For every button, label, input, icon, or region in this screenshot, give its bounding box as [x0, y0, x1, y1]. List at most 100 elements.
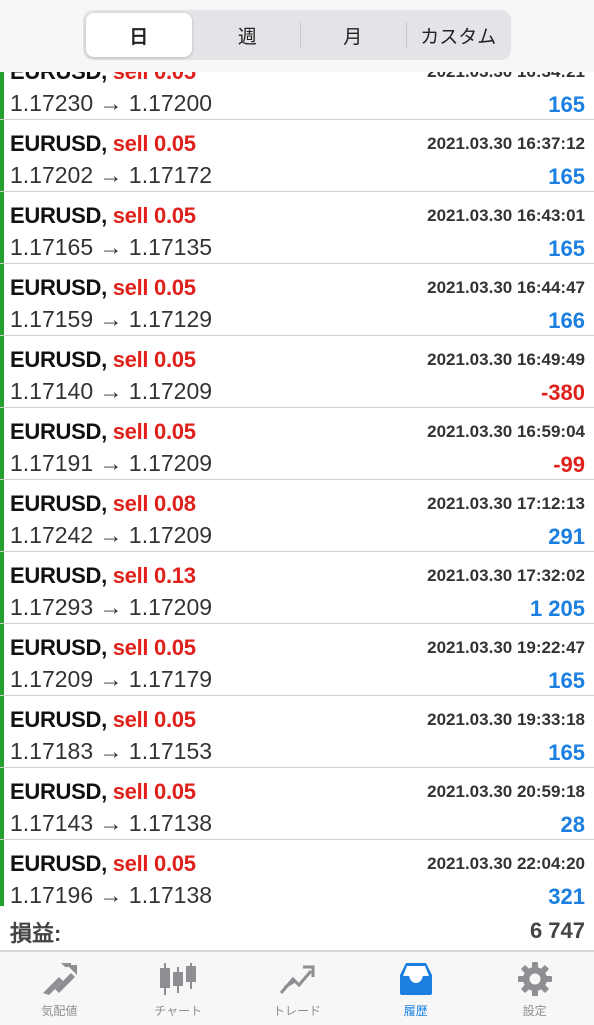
- settings-icon: [517, 962, 552, 996]
- deal-time: 2021.03.30 16:49:49: [427, 350, 585, 369]
- deal-arrow: →: [99, 162, 123, 188]
- deal-side-bar: [0, 768, 4, 839]
- deal-row[interactable]: EURUSD, sell 0.05 2021.03.30 16:44:47 1.17…: [0, 264, 594, 336]
- deal-arrow: →: [99, 378, 123, 404]
- deal-prices: 1.17202 → 1.17172: [10, 162, 212, 189]
- deal-side-volume: sell 0.05: [112, 635, 196, 660]
- tab-quotes-label: 気配値: [41, 1004, 78, 1018]
- deal-row[interactable]: EURUSD, sell 0.05 2021.03.30 16:49:49 1.17…: [0, 336, 594, 408]
- deal-profit: 165: [548, 668, 585, 693]
- deal-open-price: 1.17293: [10, 594, 94, 620]
- deal-prices: 1.17209 → 1.17179: [10, 666, 212, 693]
- tab-history-label: 履歴: [403, 1004, 428, 1018]
- deal-arrow: →: [99, 306, 123, 332]
- tab-quotes[interactable]: 気配値: [0, 952, 119, 1025]
- deal-symbol: EURUSD, sell 0.05: [10, 131, 196, 157]
- deal-side-bar: [0, 624, 4, 695]
- deal-symbol: EURUSD, sell 0.05: [10, 419, 196, 445]
- deal-symbol: EURUSD, sell 0.05: [10, 851, 196, 877]
- deal-row[interactable]: EURUSD, sell 0.13 2021.03.30 17:32:02 1.17…: [0, 552, 594, 624]
- deal-open-price: 1.17191: [10, 450, 94, 476]
- deal-time: 2021.03.30 16:44:47: [427, 278, 585, 297]
- deal-time: 2021.03.30 16:59:04: [427, 422, 585, 441]
- history-icon: [399, 963, 432, 995]
- deal-profit: 165: [548, 740, 585, 765]
- deal-side-volume: sell 0.05: [112, 347, 196, 372]
- deal-close-price: 1.17179: [128, 666, 213, 692]
- tab-chart[interactable]: チャート: [119, 952, 238, 1025]
- deal-symbol-name: EURUSD,: [10, 635, 107, 660]
- quotes-icon: [43, 963, 78, 995]
- deal-symbol: EURUSD, sell 0.13: [10, 563, 196, 589]
- deal-profit: 165: [548, 92, 585, 117]
- deal-prices: 1.17165 → 1.17135: [10, 234, 212, 261]
- deal-prices: 1.17159 → 1.17129: [10, 306, 212, 333]
- deal-arrow: →: [99, 738, 123, 764]
- deal-symbol-name: EURUSD,: [10, 131, 107, 156]
- deal-side-bar: [0, 480, 4, 551]
- deal-row[interactable]: EURUSD, sell 0.05 2021.03.30 19:33:18 1.17…: [0, 696, 594, 768]
- deal-time: 2021.03.30 16:37:12: [427, 134, 585, 153]
- deal-side-volume: sell 0.08: [112, 491, 196, 516]
- deal-row[interactable]: EURUSD, sell 0.05 2021.03.30 16:37:12 1.17…: [0, 120, 594, 192]
- segment-day[interactable]: 日: [86, 13, 192, 57]
- deal-side-volume: sell 0.05: [112, 131, 196, 156]
- segment-custom[interactable]: カスタム: [405, 10, 512, 60]
- profit-summary: 損益: 6 747: [0, 906, 594, 951]
- deal-open-price: 1.17140: [10, 378, 94, 404]
- deal-side-volume: sell 0.05: [112, 275, 196, 300]
- deal-row[interactable]: EURUSD, sell 0.05 2021.03.30 19:22:47 1.17…: [0, 624, 594, 696]
- deal-arrow: →: [99, 90, 123, 116]
- profit-summary-label: 損益:: [10, 921, 62, 946]
- tab-settings[interactable]: 設定: [475, 952, 594, 1025]
- deal-prices: 1.17143 → 1.17138: [10, 810, 212, 837]
- deal-prices: 1.17191 → 1.17209: [10, 450, 212, 477]
- deal-open-price: 1.17202: [10, 162, 94, 188]
- deal-symbol: EURUSD, sell 0.05: [10, 347, 196, 373]
- deal-side-volume: sell 0.05: [112, 851, 196, 876]
- tab-history[interactable]: 履歴: [356, 952, 475, 1025]
- deal-symbol: EURUSD, sell 0.05: [10, 275, 196, 301]
- deal-close-price: 1.17209: [128, 522, 213, 548]
- deal-arrow: →: [99, 594, 123, 620]
- deal-side-volume: sell 0.05: [112, 779, 196, 804]
- deal-side-bar: [0, 336, 4, 407]
- deal-symbol: EURUSD, sell 0.05: [10, 635, 196, 661]
- deal-row[interactable]: EURUSD, sell 0.05 2021.03.30 16:59:04 1.17…: [0, 408, 594, 480]
- bottom-tab-bar: 気配値 チャート トレード 履歴 設定: [0, 951, 594, 1025]
- tab-trade[interactable]: トレード: [238, 952, 357, 1025]
- deal-prices: 1.17183 → 1.17153: [10, 738, 212, 765]
- deal-symbol: EURUSD, sell 0.05: [10, 707, 196, 733]
- deal-open-price: 1.17242: [10, 522, 94, 548]
- deal-open-price: 1.17165: [10, 234, 94, 260]
- deal-side-volume: sell 0.05: [112, 203, 196, 228]
- deal-time: 2021.03.30 20:59:18: [427, 782, 585, 801]
- deal-row[interactable]: EURUSD, sell 0.05 2021.03.30 22:04:20 1.17…: [0, 840, 594, 912]
- deal-time: 2021.03.30 22:04:20: [427, 854, 585, 873]
- deal-list: EURUSD, sell 0.052021.03.30 16:34:211.17…: [0, 48, 594, 912]
- deal-row[interactable]: EURUSD, sell 0.05 2021.03.30 20:59:18 1.17…: [0, 768, 594, 840]
- deal-row[interactable]: EURUSD, sell 0.05 2021.03.30 16:43:01 1.17…: [0, 192, 594, 264]
- deal-symbol-name: EURUSD,: [10, 707, 107, 732]
- deal-profit: 165: [548, 164, 585, 189]
- deal-close-price: 1.17200: [128, 90, 213, 116]
- deal-open-price: 1.17209: [10, 666, 94, 692]
- deal-side-bar: [0, 408, 4, 479]
- deal-close-price: 1.17172: [128, 162, 213, 188]
- deal-side-bar: [0, 552, 4, 623]
- deal-row[interactable]: EURUSD, sell 0.08 2021.03.30 17:12:13 1.17…: [0, 480, 594, 552]
- deal-side-volume: sell 0.05: [112, 707, 196, 732]
- tab-settings-label: 設定: [522, 1004, 547, 1018]
- segment-week[interactable]: 週: [195, 10, 301, 60]
- deal-close-price: 1.17153: [128, 738, 213, 764]
- segment-month[interactable]: 月: [300, 10, 406, 60]
- deal-symbol-name: EURUSD,: [10, 347, 107, 372]
- deal-profit: -380: [540, 380, 585, 405]
- deal-prices: 1.17230 → 1.17200: [10, 90, 212, 117]
- deal-open-price: 1.17143: [10, 810, 94, 836]
- deal-open-price: 1.17230: [10, 90, 94, 116]
- deal-open-price: 1.17159: [10, 306, 94, 332]
- deal-profit: 291: [548, 524, 585, 549]
- deal-symbol-name: EURUSD,: [10, 275, 107, 300]
- deal-arrow: →: [99, 450, 123, 476]
